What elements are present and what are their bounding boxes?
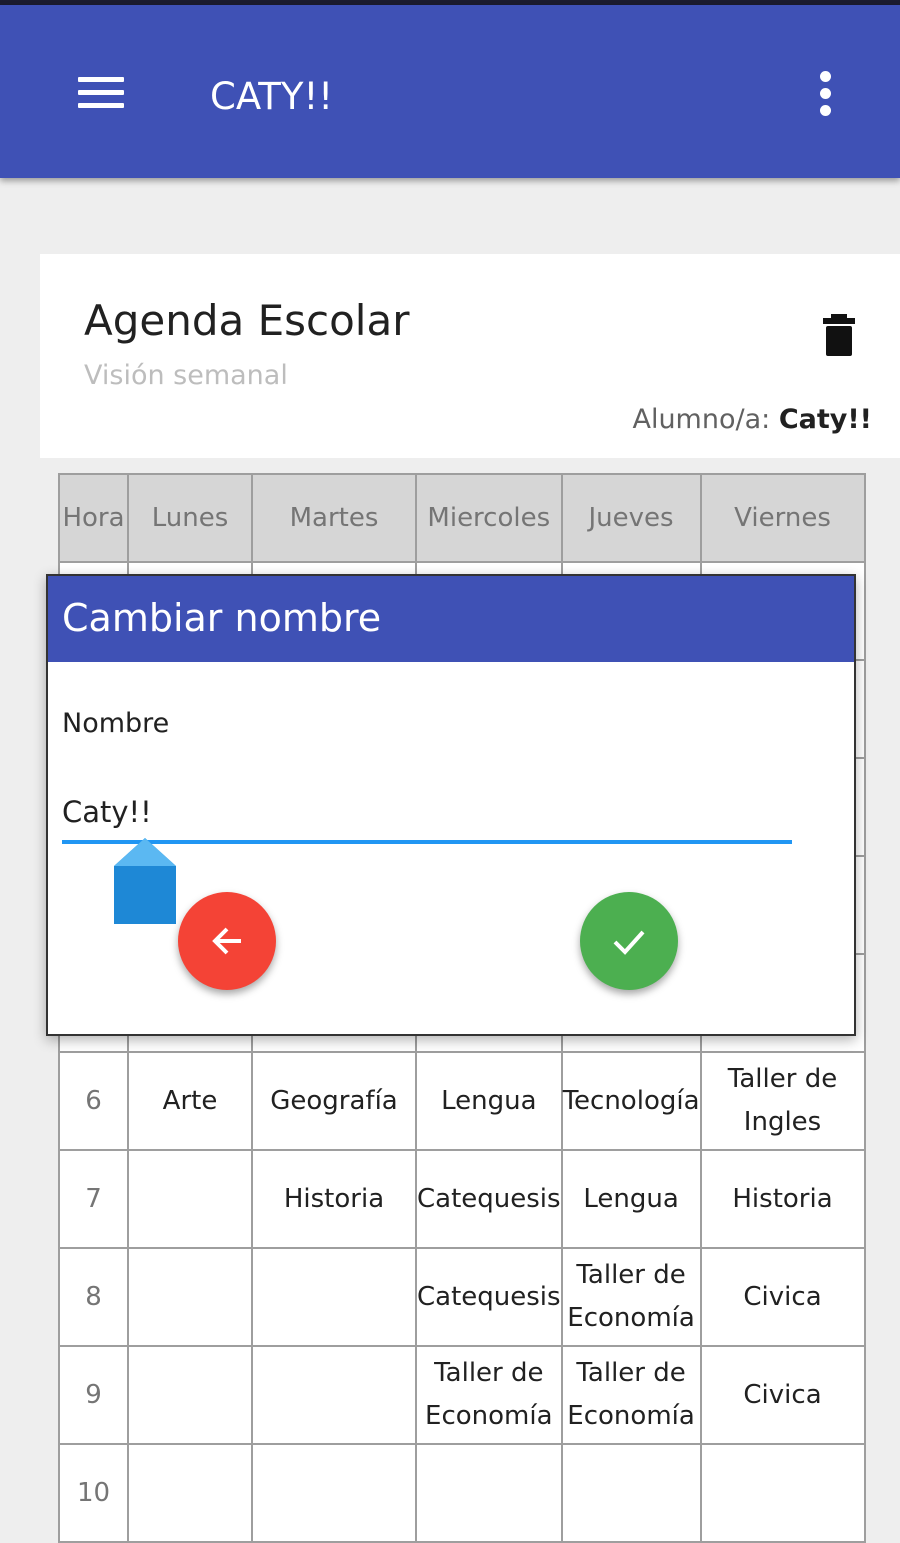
dialog-header: Cambiar nombre	[48, 576, 854, 662]
confirm-button[interactable]	[580, 892, 678, 990]
rename-dialog: Cambiar nombre Nombre	[46, 574, 856, 1036]
dialog-title: Cambiar nombre	[62, 596, 382, 640]
arrow-back-icon	[212, 927, 241, 955]
text-cursor-handle[interactable]	[114, 838, 176, 924]
name-input[interactable]	[62, 784, 792, 844]
back-button[interactable]	[178, 892, 276, 990]
check-icon	[613, 930, 645, 955]
name-field-label: Nombre	[62, 708, 170, 739]
